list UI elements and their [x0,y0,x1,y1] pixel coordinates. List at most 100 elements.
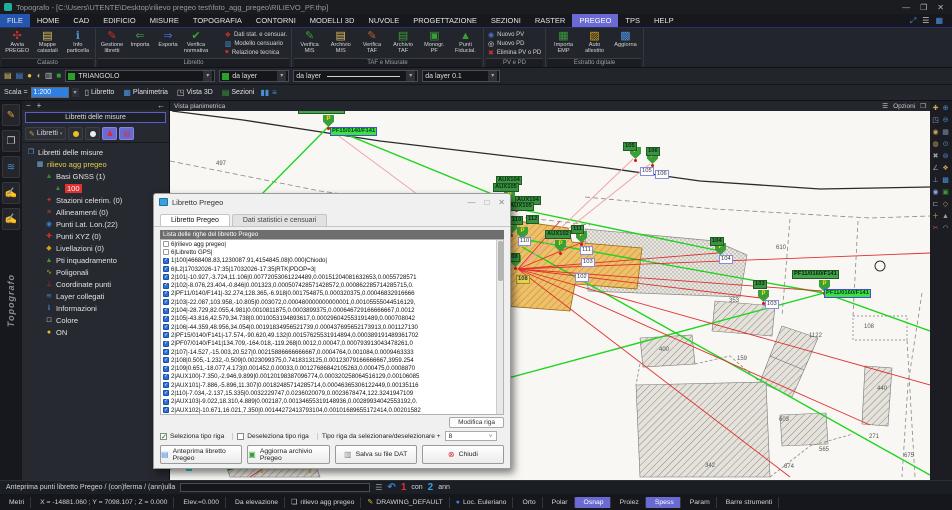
pregeo-row[interactable]: 2|104|-28.729,82.055,4.981|0.0010811875,… [161,306,503,314]
status-item[interactable]: Osnap [574,496,611,508]
tree-item[interactable]: ✚ Punti XYZ (0) [22,230,169,242]
tree-item[interactable]: ❐ Libretti delle misure [22,146,169,158]
chiudi-button[interactable]: ⊗ Chiudi [421,445,504,464]
map-tool-icon[interactable]: ▣ [941,187,950,198]
nuovo-pv-item[interactable]: ◉ Nuovo PV [488,31,541,39]
map-label[interactable]: 497 [215,161,227,168]
row-checkbox[interactable] [163,266,169,273]
pregeo-row[interactable]: 2|AUX102|-10.671,16.021,7.350|0.00144272… [161,406,503,414]
station-toggle-button[interactable]: ♟ [102,127,118,140]
tree-item[interactable]: ≋ Layer collegati [22,290,169,302]
map-label[interactable]: 674 [783,464,795,471]
punti-fiduciali-button[interactable]: ▲ Punti Fiducial. [450,29,481,58]
map-label[interactable]: 103 [753,280,767,289]
archivio-taf-button[interactable]: ▤ Archivio TAF [388,29,419,58]
status-item[interactable]: ❏ rilievo agg pregeo [285,496,362,508]
menu-item[interactable]: FILE [0,14,30,27]
pregeo-row[interactable]: 6|L2|17032026-17:35|17032026-17:35|RTK|P… [161,265,503,273]
minimize-button[interactable]: — [902,3,910,12]
map-label[interactable]: 610 [775,245,787,252]
menu-item[interactable]: CONTORNI [249,14,303,27]
map-label[interactable]: 106 [646,147,660,156]
map-tool-icon[interactable]: ◠ [941,223,950,234]
tree-item[interactable]: ◉ Punti Lat. Lon.(22) [22,218,169,230]
points-list-button[interactable]: ▤ [119,127,135,140]
bulbs-on-button[interactable] [68,127,84,140]
dialog-close-button[interactable]: ✕ [498,198,505,207]
status-item[interactable]: Elev.=0.000 [174,496,226,508]
pregeo-row[interactable]: 2|AUX101|-7.886,-5.896,11.307|0.00182485… [161,381,503,389]
open-icon[interactable]: ▤ [4,71,12,81]
tree-item[interactable]: ∿ Poligonali [22,266,169,278]
confirm-label[interactable]: con [411,484,422,491]
status-item[interactable]: Barre strumenti [717,496,780,508]
map-label[interactable]: 675 [903,453,915,460]
map-label[interactable]: PF15/0140/F141 [330,127,378,136]
importa-emp-button[interactable]: ▦ Importa EMP [548,29,579,58]
map-label[interactable]: 103 [765,300,779,309]
lineweight-select[interactable]: da layer 0.1 ▾ [422,70,501,82]
layers-tool-icon[interactable]: ≋ [2,156,20,178]
row-checkbox[interactable] [163,324,169,331]
maximize-button[interactable]: ❐ [920,3,927,12]
map-label[interactable]: 104 [710,237,724,246]
esporta-button[interactable]: ⇒ Esporta [154,29,182,58]
map-label[interactable]: 103 [581,258,595,267]
map-tool-icon[interactable]: ⊕ [941,103,950,114]
pregeo-row[interactable]: 2|105|-43.816,42.579,34.738|0.0010053194… [161,315,503,323]
status-item[interactable]: Param [681,496,717,508]
map-label[interactable]: 105 [623,142,637,151]
gestione-libretti-button[interactable]: ✎ Gestione libretti [98,29,126,58]
deseleziona-checkbox[interactable] [237,432,245,440]
map-tool-icon[interactable]: ⊚ [941,151,950,162]
map-tool-icon[interactable]: ◍ [931,139,940,150]
map-label[interactable]: 110 [518,237,532,246]
tree-item[interactable]: ● ON [22,326,169,338]
map-label[interactable]: 111 [580,246,593,255]
elimina-pv-pd-item[interactable]: ✖ Elimina PV o PD [488,49,541,57]
info-particella-button[interactable]: ℹ Info particella [63,29,93,58]
view-toggle-button[interactable]: ▦ Planimetria [120,87,171,98]
pregeo-row[interactable]: 2|AUX103|-9.022,18.310,4.889|0.002187,0.… [161,398,503,406]
row-checkbox[interactable] [163,249,169,256]
bulb-icon[interactable]: ● [27,71,32,81]
menu-item[interactable]: MISURE [143,14,186,27]
row-checkbox[interactable] [163,274,169,281]
map-label[interactable]: 603 [778,417,790,424]
pregeo-row[interactable]: 2|107|-14.527,-15.003,20.527|0.002158866… [161,348,503,356]
pregeo-row[interactable]: 2|106|-44.359,48.956,34.054|0.0019183495… [161,323,503,331]
menu-item[interactable]: PROGETTAZIONE [406,14,484,27]
back-arrow-icon[interactable]: ← [157,101,165,110]
libretti-menu-button[interactable]: ✎ Libretti ▾ [25,127,67,140]
row-checkbox[interactable] [163,257,169,264]
map-tool-icon[interactable]: ◉ [931,127,940,138]
map-label[interactable]: 440 [876,386,888,393]
row-checkbox[interactable] [163,373,169,380]
tree-item[interactable]: ⊥ Coordinate punti [22,278,169,290]
command-input[interactable] [180,483,371,492]
color-select[interactable]: da layer ▾ [219,70,290,82]
map-label[interactable]: 342 [704,463,716,470]
aggiorna-archivio-button[interactable]: ▣ Aggiorna archivio Pregeo [247,445,330,464]
row-checkbox[interactable] [163,315,169,322]
menu-item[interactable]: PREGEO [572,14,619,27]
row-checkbox[interactable] [163,357,169,364]
map-label[interactable]: AUX105 [493,183,519,192]
avvia-pregeo-button[interactable]: ✣ Avvia PREGEO [2,29,32,58]
map-tool-icon[interactable]: ✂ [931,223,940,234]
pregeo-row[interactable]: 2|108|0.505,-1.232,-0.509|0.0023099375,0… [161,356,503,364]
pregeo-row[interactable]: 2|AUX100|-7.350,-2.946,9.899|0.001201983… [161,373,503,381]
map-tool-icon[interactable]: ＋ [931,211,940,222]
window-icon[interactable]: ❐ [920,102,926,110]
status-item[interactable]: X = -14881.060 ; Y = 7098.107 ; Z = 0.00… [31,496,175,508]
status-item[interactable]: Metri [0,496,32,508]
list-scrollbar[interactable] [496,240,503,414]
pregeo-row[interactable]: 6|Libretto GPS| [161,248,503,256]
row-checkbox[interactable] [163,241,169,248]
pregeo-row[interactable]: 2|PF15/0140/F141|-17.574,-90.620,49.132|… [161,331,503,339]
status-item[interactable]: Da elevazione [226,496,286,508]
monografia-pf-button[interactable]: ▣ Monogr. PF [419,29,450,58]
redline-tool-icon[interactable]: ✍ [2,208,20,230]
row-checkbox[interactable] [163,407,169,414]
row-checkbox[interactable] [163,390,169,397]
